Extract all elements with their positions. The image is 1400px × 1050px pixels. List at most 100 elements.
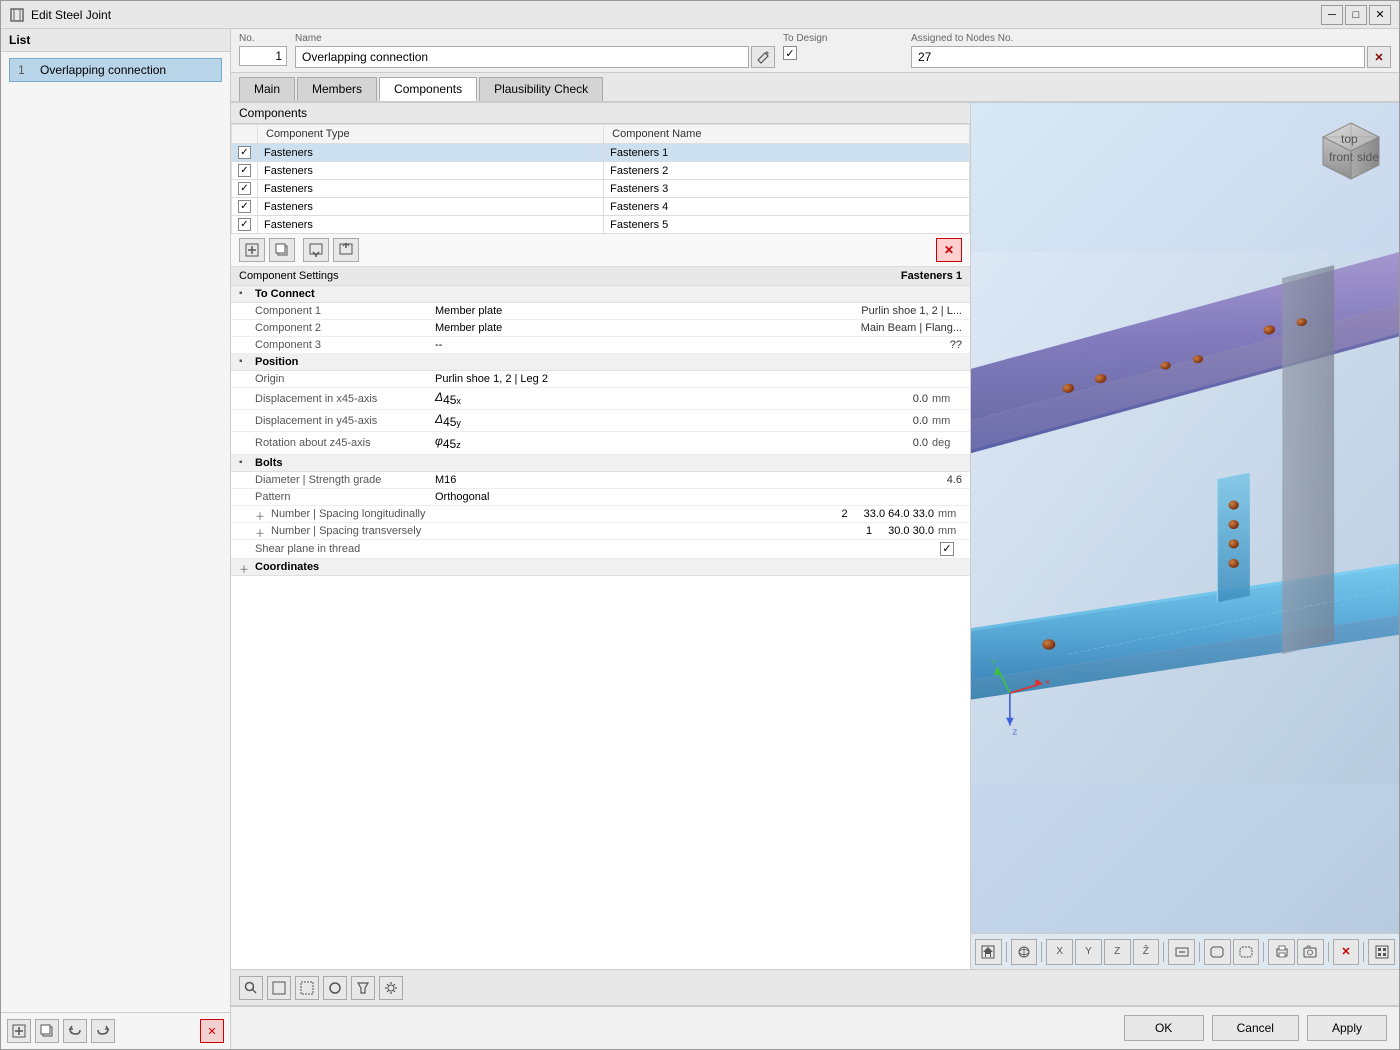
zoom-bottom-button[interactable] xyxy=(267,976,291,1000)
to-design-checkbox[interactable] xyxy=(783,46,797,60)
to-connect-comp2: Component 2 Member plate Main Beam | Fla… xyxy=(231,320,970,337)
col-name: Component Name xyxy=(604,125,970,144)
dispx-unit: mm xyxy=(932,393,962,405)
table-row[interactable]: Fasteners Fasteners 3 xyxy=(232,180,970,198)
table-row[interactable]: Fasteners Fasteners 4 xyxy=(232,198,970,216)
vt-y-button[interactable]: Y xyxy=(1075,939,1102,965)
close-button[interactable]: ✕ xyxy=(1369,5,1391,25)
comp2-extra: Main Beam | Flang... xyxy=(861,322,962,334)
ok-button[interactable]: OK xyxy=(1124,1015,1204,1041)
copy-list-item-button[interactable] xyxy=(35,1019,59,1043)
split-area: Components Component Type Component Name xyxy=(231,103,1399,969)
svg-text:X: X xyxy=(1045,678,1051,687)
tab-main[interactable]: Main xyxy=(239,77,295,101)
comp2-label: Component 2 xyxy=(255,322,435,334)
assigned-nodes-delete-button[interactable]: ✕ xyxy=(1367,46,1391,68)
cancel-button[interactable]: Cancel xyxy=(1212,1015,1299,1041)
table-row[interactable]: Fasteners Fasteners 1 xyxy=(232,144,970,162)
edit-name-button[interactable] xyxy=(751,46,775,68)
shear-checkbox[interactable] xyxy=(940,542,954,556)
position-header[interactable]: ▪ Position xyxy=(231,354,970,371)
bolts-header[interactable]: ▪ Bolts xyxy=(231,455,970,472)
position-rotz-row: Rotation about z45-axis φ45z 0.0 deg xyxy=(231,432,970,454)
delete-component-button[interactable]: ✕ xyxy=(936,238,962,262)
vt-print-button[interactable] xyxy=(1268,939,1295,965)
row-name: Fasteners 2 xyxy=(604,162,970,180)
add-list-item-button[interactable] xyxy=(7,1019,31,1043)
delete-list-item-button[interactable]: ✕ xyxy=(200,1019,224,1043)
vt-remove-button[interactable]: ✕ xyxy=(1333,939,1360,965)
tab-members[interactable]: Members xyxy=(297,77,377,101)
row-type: Fasteners xyxy=(258,162,604,180)
select-bottom-button[interactable] xyxy=(295,976,319,1000)
vt-z-button[interactable]: Z xyxy=(1104,939,1131,965)
nav-cube[interactable]: top front side xyxy=(1319,119,1383,183)
row-checkbox[interactable] xyxy=(238,182,251,195)
vt-wire-button[interactable] xyxy=(1233,939,1260,965)
main-content: List 1 Overlapping connection xyxy=(1,29,1399,1049)
row-checkbox[interactable] xyxy=(238,218,251,231)
position-expand-icon: ▪ xyxy=(239,356,251,368)
settings-bottom-button[interactable] xyxy=(379,976,403,1000)
vt-settings-button[interactable] xyxy=(1368,939,1395,965)
highlight-bottom-button[interactable] xyxy=(323,976,347,1000)
svg-text:Z: Z xyxy=(1013,728,1018,737)
minimize-button[interactable]: ─ xyxy=(1321,5,1343,25)
3d-viewport[interactable]: Y X Z xyxy=(971,103,1399,933)
assigned-nodes-field[interactable] xyxy=(911,46,1365,68)
numlong-unit: mm xyxy=(938,508,962,520)
3d-scene-svg: Y X Z xyxy=(971,103,1399,933)
row-checkbox[interactable] xyxy=(238,146,251,159)
vt-x-button[interactable]: X xyxy=(1046,939,1073,965)
comp1-extra: Purlin shoe 1, 2 | L... xyxy=(861,305,962,317)
apply-button[interactable]: Apply xyxy=(1307,1015,1387,1041)
app-icon xyxy=(9,7,25,23)
rotz-unit: deg xyxy=(932,437,962,449)
bolts-expand-icon: ▪ xyxy=(239,457,251,469)
import-component-button[interactable] xyxy=(303,238,329,262)
vt-home-button[interactable] xyxy=(975,939,1002,965)
vt-sep2 xyxy=(1041,942,1042,962)
list-item[interactable]: 1 Overlapping connection xyxy=(9,58,222,82)
right-area: No. Name To Design xyxy=(231,29,1399,1049)
table-toolbar: ✕ xyxy=(231,234,970,267)
cs-header: Component Settings Fasteners 1 xyxy=(231,267,970,286)
vt-xflip-button[interactable]: Ẑ xyxy=(1133,939,1160,965)
bolts-diameter-row: Diameter | Strength grade M16 4.6 xyxy=(231,472,970,489)
cs-settings-label: Component Settings xyxy=(239,270,339,282)
comp3-extra: ?? xyxy=(950,339,962,351)
vt-view3d-button[interactable] xyxy=(1011,939,1038,965)
bolts-numlong-row: ＋ Number | Spacing longitudinally 2 33.0… xyxy=(231,506,970,523)
vt-screenshot-button[interactable] xyxy=(1297,939,1324,965)
search-bottom-button[interactable] xyxy=(239,976,263,1000)
to-design-col: To Design xyxy=(783,33,903,60)
row-checkbox[interactable] xyxy=(238,164,251,177)
vt-render-button[interactable] xyxy=(1204,939,1231,965)
nav-cube-svg: top front side xyxy=(1319,119,1383,183)
export-component-button[interactable] xyxy=(333,238,359,262)
table-row[interactable]: Fasteners Fasteners 5 xyxy=(232,216,970,234)
components-table: Component Type Component Name Fasteners … xyxy=(231,124,970,234)
numlong-val2: 33.0 64.0 33.0 xyxy=(864,508,934,520)
tab-plausibility[interactable]: Plausibility Check xyxy=(479,77,603,101)
list-header: List xyxy=(1,29,230,52)
numtrans-label: Number | Spacing transversely xyxy=(271,525,866,537)
row-checkbox[interactable] xyxy=(238,200,251,213)
coordinates-expand-icon: ＋ xyxy=(239,561,251,573)
redo-button[interactable] xyxy=(91,1019,115,1043)
tab-components[interactable]: Components xyxy=(379,77,477,101)
undo-button[interactable] xyxy=(63,1019,87,1043)
position-origin-row: Origin Purlin shoe 1, 2 | Leg 2 xyxy=(231,371,970,388)
copy-component-button[interactable] xyxy=(269,238,295,262)
no-field[interactable] xyxy=(239,46,287,66)
maximize-button[interactable]: □ xyxy=(1345,5,1367,25)
vt-zoom-button[interactable] xyxy=(1168,939,1195,965)
name-field[interactable] xyxy=(295,46,749,68)
to-connect-header[interactable]: ▪ To Connect xyxy=(231,286,970,303)
table-row[interactable]: Fasteners Fasteners 2 xyxy=(232,162,970,180)
coordinates-header[interactable]: ＋ Coordinates xyxy=(231,559,970,576)
main-window: Edit Steel Joint ─ □ ✕ List 1 Overlappin… xyxy=(0,0,1400,1050)
filter-bottom-button[interactable] xyxy=(351,976,375,1000)
dispy-value: 0.0 xyxy=(686,415,929,427)
add-component-button[interactable] xyxy=(239,238,265,262)
